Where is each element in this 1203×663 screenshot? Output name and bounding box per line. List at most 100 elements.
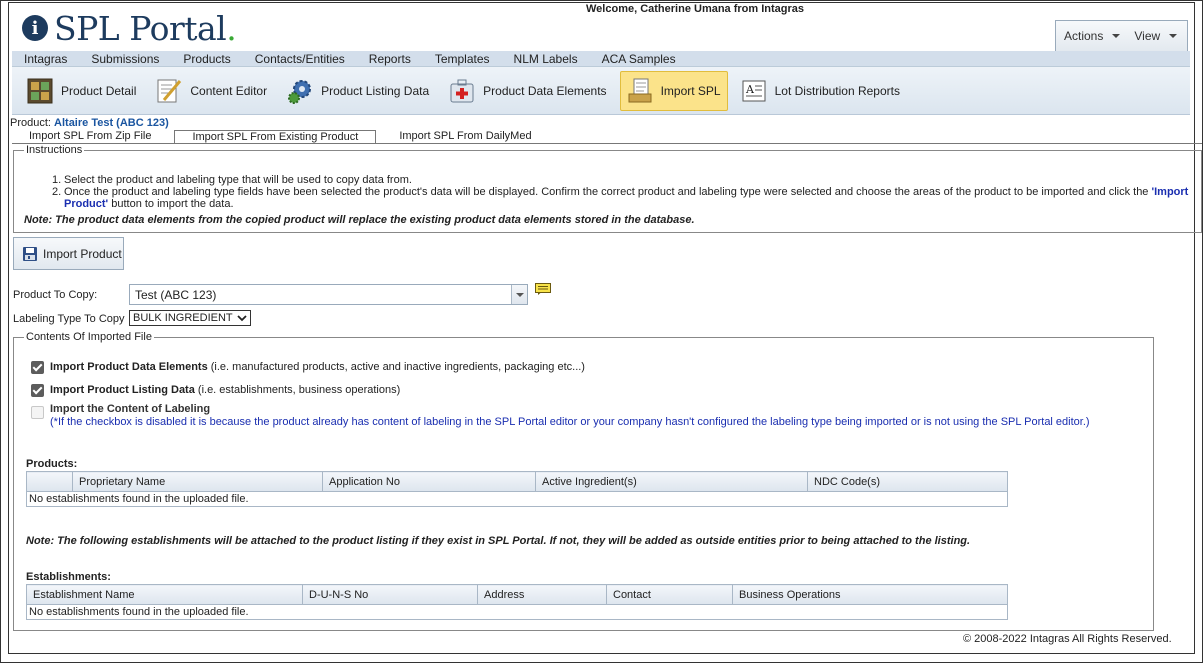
empty-message: No establishments found in the uploaded …: [26, 491, 1008, 507]
table-row: No establishments found in the uploaded …: [26, 491, 1008, 507]
actions-view-bar: Actions View: [1055, 20, 1188, 52]
tab-import-dailymed[interactable]: Import SPL From DailyMed: [384, 130, 546, 143]
tab-divider: [12, 143, 1202, 144]
import-product-label: Import Product: [43, 246, 122, 261]
toolbar-label: Lot Distribution Reports: [774, 83, 900, 98]
copyright-footer: © 2008-2022 Intagras All Rights Reserved…: [963, 633, 1172, 645]
import-data-elements-checkbox[interactable]: [31, 361, 44, 374]
instruction-step: 1. Select the product and labeling type t…: [52, 174, 412, 186]
import-listing-data-checkbox[interactable]: [31, 384, 44, 397]
establishments-note: Note: The following establishments will …: [26, 535, 971, 547]
product-toolbar: Product Detail Content Editor Product Li…: [12, 67, 1190, 115]
chevron-down-icon: [515, 292, 524, 297]
toolbar-label: Content Editor: [190, 83, 268, 98]
svg-text:A: A: [745, 83, 755, 96]
import-labeling-label: Import the Content of Labeling: [50, 403, 211, 415]
import-tabs: Import SPL From Zip File Import SPL From…: [14, 130, 555, 143]
logo: i SPL Portal.: [22, 8, 237, 48]
products-title: Products:: [26, 458, 78, 470]
product-label: Product:: [10, 117, 51, 129]
nav-item-templates[interactable]: Templates: [435, 52, 490, 66]
establishments-table: Establishment Name D-U-N-S No Address Co…: [26, 584, 1008, 620]
toolbar-label: Product Listing Data: [321, 83, 430, 98]
labeling-type-select[interactable]: BULK INGREDIENT: [129, 310, 251, 326]
table-header-row: Establishment Name D-U-N-S No Address Co…: [26, 584, 1008, 605]
current-product: Product: Altaire Test (ABC 123): [10, 117, 169, 129]
gear-icon: [288, 79, 312, 104]
nav-item-contacts-entities[interactable]: Contacts/Entities: [255, 52, 345, 66]
import-labeling-checkbox[interactable]: [31, 406, 44, 419]
column-header[interactable]: NDC Code(s): [807, 471, 1008, 492]
toolbar-label: Import SPL: [660, 83, 721, 98]
toolbar-product-detail[interactable]: Product Detail: [20, 71, 143, 111]
nav-item-submissions[interactable]: Submissions: [91, 52, 159, 66]
instructions-list: 1. Select the product and labeling type t…: [52, 174, 1194, 210]
chevron-down-icon: [237, 315, 247, 322]
establishments-title: Establishments:: [26, 571, 111, 583]
product-to-copy-value: Test (ABC 123): [135, 287, 217, 302]
instruction-text: Select the product and labeling type tha…: [64, 174, 412, 186]
document-icon: A: [742, 80, 766, 101]
empty-message: No establishments found in the uploaded …: [26, 604, 1008, 620]
view-label: View: [1134, 29, 1161, 43]
nav-item-aca-samples[interactable]: ACA Samples: [602, 52, 676, 66]
logo-text: SPL Portal: [54, 8, 227, 48]
main-nav: Intagras Submissions Products Contacts/E…: [12, 51, 1190, 67]
tab-import-existing-product[interactable]: Import SPL From Existing Product: [174, 130, 377, 143]
product-value[interactable]: Altaire Test (ABC 123): [54, 117, 169, 129]
product-to-copy-label: Product To Copy:: [13, 289, 98, 301]
nav-item-products[interactable]: Products: [183, 52, 230, 66]
instructions-legend: Instructions: [24, 144, 85, 156]
view-menu[interactable]: View: [1134, 29, 1178, 43]
nav-item-intagras[interactable]: Intagras: [24, 52, 67, 66]
labeling-type-value: BULK INGREDIENT: [133, 312, 233, 324]
toolbar-lot-distribution-reports[interactable]: A Lot Distribution Reports: [734, 71, 907, 111]
column-header[interactable]: Proprietary Name: [72, 471, 323, 492]
column-header[interactable]: Active Ingredient(s): [535, 471, 808, 492]
combo-dropdown-button[interactable]: [511, 285, 527, 304]
toolbar-label: Product Data Elements: [483, 83, 607, 98]
nav-item-reports[interactable]: Reports: [369, 52, 411, 66]
column-header[interactable]: D-U-N-S No: [302, 584, 478, 605]
column-header: [26, 471, 73, 492]
table-row: No establishments found in the uploaded …: [26, 604, 1008, 620]
labeling-help-text: (*If the checkbox is disabled it is beca…: [50, 416, 1090, 428]
instruction-step: 2. Once the product and labeling type fie…: [52, 186, 1189, 210]
chevron-down-icon: [1169, 34, 1178, 38]
toolbar-content-editor[interactable]: Content Editor: [149, 71, 274, 111]
column-header[interactable]: Contact: [606, 584, 733, 605]
comment-icon[interactable]: [535, 283, 551, 295]
table-header-row: Proprietary Name Application No Active I…: [26, 471, 1008, 492]
logo-dot: .: [226, 8, 237, 48]
nav-item-nlm-labels[interactable]: NLM Labels: [514, 52, 578, 66]
contents-panel: Contents Of Imported File Import Product…: [13, 331, 1154, 631]
toolbar-import-spl[interactable]: Import SPL: [619, 70, 728, 111]
save-icon: [23, 246, 37, 261]
welcome-text: Welcome, Catherine Umana from Intagras: [586, 3, 805, 15]
medical-kit-icon: [450, 79, 474, 102]
toolbar-label: Product Detail: [61, 83, 137, 98]
instruction-text: Once the product and labeling type field…: [64, 186, 1152, 198]
instructions-panel: Instructions 1. Select the product and la…: [13, 144, 1202, 233]
instruction-text: button to import the data.: [108, 198, 234, 210]
toolbar-product-data-elements[interactable]: Product Data Elements: [442, 71, 613, 111]
content-editor-icon: [157, 79, 182, 102]
tab-import-zip[interactable]: Import SPL From Zip File: [14, 130, 166, 143]
column-header[interactable]: Application No: [322, 471, 536, 492]
actions-menu[interactable]: Actions: [1064, 29, 1121, 43]
column-header[interactable]: Address: [477, 584, 607, 605]
actions-label: Actions: [1064, 29, 1104, 43]
import-spl-icon: [628, 78, 652, 102]
chevron-down-icon: [1112, 34, 1121, 38]
products-table: Proprietary Name Application No Active I…: [26, 471, 1008, 507]
import-product-button[interactable]: Import Product: [13, 237, 124, 270]
column-header[interactable]: Establishment Name: [26, 584, 303, 605]
product-detail-icon: [27, 78, 53, 103]
toolbar-product-listing-data[interactable]: Product Listing Data: [280, 71, 436, 111]
labeling-type-label: Labeling Type To Copy: [13, 313, 125, 325]
instructions-note: Note: The product data elements from the…: [24, 214, 695, 226]
product-to-copy-combo[interactable]: Test (ABC 123): [129, 284, 528, 305]
import-listing-data-label: Import Product Listing Data (i.e. establ…: [50, 384, 401, 396]
contents-legend: Contents Of Imported File: [24, 331, 154, 343]
column-header[interactable]: Business Operations: [732, 584, 1008, 605]
